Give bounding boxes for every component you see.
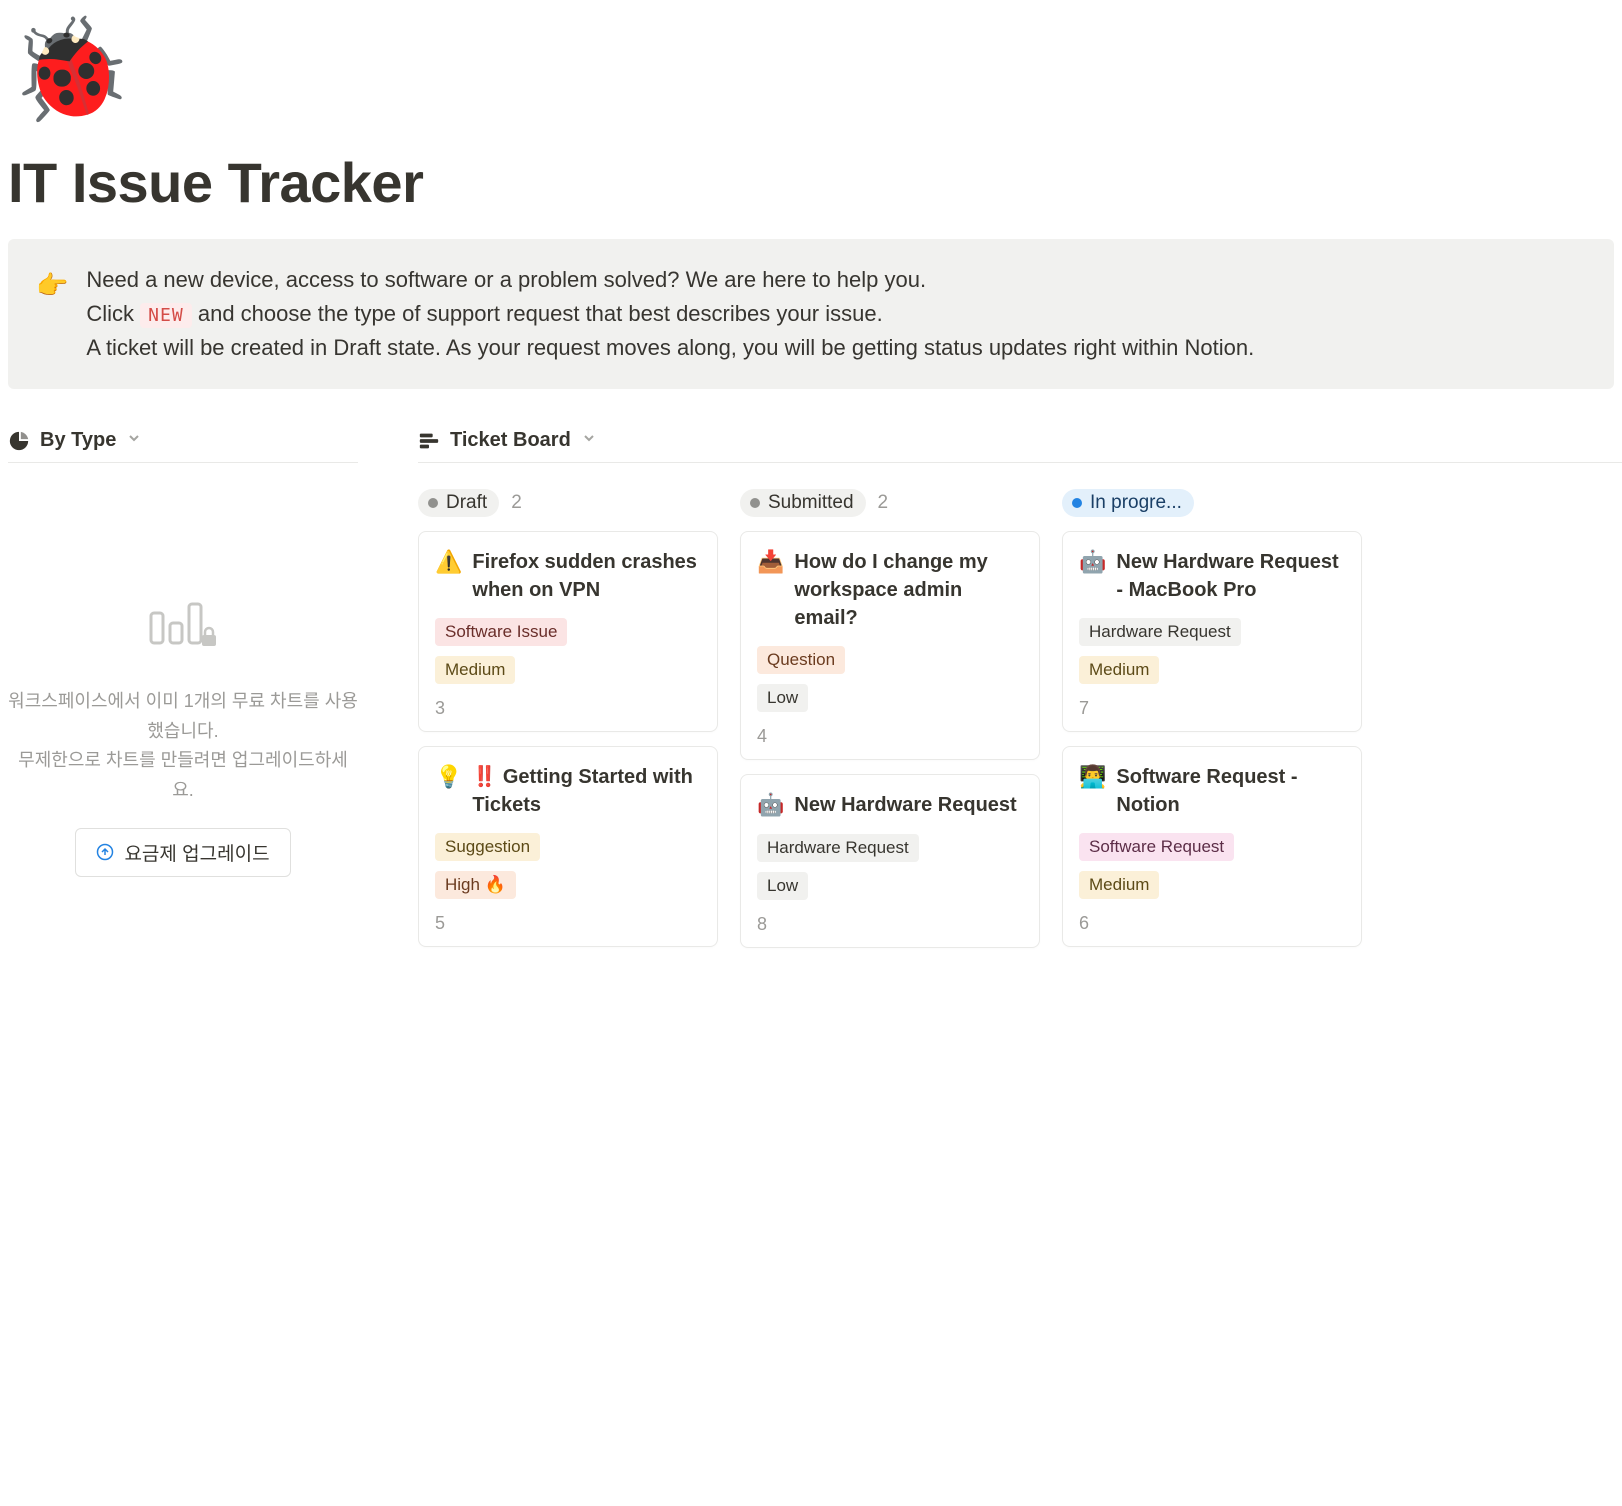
column-header[interactable]: Draft 2 xyxy=(418,489,718,517)
card-number: 7 xyxy=(1079,698,1345,719)
card-number: 6 xyxy=(1079,913,1345,934)
chevron-down-icon xyxy=(126,430,142,451)
tag: Medium xyxy=(1079,656,1159,684)
tag: Medium xyxy=(1079,871,1159,899)
ticket-card[interactable]: 👨‍💻 Software Request - Notion Software Req… xyxy=(1062,746,1362,947)
upgrade-label: 요금제 업그레이드 xyxy=(124,839,269,866)
status-dot-icon xyxy=(750,498,760,508)
card-emoji-icon: 💡 xyxy=(435,763,462,792)
card-title: New Hardware Request xyxy=(794,791,1016,819)
kanban-board: Draft 2 ⚠️ Firefox sudden crashes when on V… xyxy=(418,489,1622,962)
board-column: Submitted 2 📥 How do I change my workspace … xyxy=(740,489,1040,962)
card-title: New Hardware Request - MacBook Pro xyxy=(1116,548,1345,604)
status-pill[interactable]: In progre... xyxy=(1062,489,1194,517)
card-title: How do I change my workspace admin email… xyxy=(794,548,1023,632)
chevron-down-icon xyxy=(581,430,597,451)
column-header[interactable]: In progre... xyxy=(1062,489,1362,517)
column-count: 2 xyxy=(878,492,889,514)
card-number: 3 xyxy=(435,698,701,719)
empty-chart-text-2: 무제한으로 차트를 만들려면 업그레이드하세요. xyxy=(8,746,358,805)
card-emoji-icon: 🤖 xyxy=(1079,548,1106,577)
status-pill[interactable]: Submitted xyxy=(740,489,866,517)
tag: Software Request xyxy=(1079,833,1234,861)
locked-chart-icon xyxy=(148,599,218,657)
callout-line-1: Need a new device, access to software or… xyxy=(86,263,1586,297)
view-label: By Type xyxy=(40,429,116,452)
status-dot-icon xyxy=(428,498,438,508)
callout-text: Click xyxy=(86,301,140,326)
tag: Hardware Request xyxy=(1079,618,1241,646)
tag: Hardware Request xyxy=(757,834,919,862)
tag: Medium xyxy=(435,656,515,684)
empty-chart-text-1: 워크스페이스에서 이미 1개의 무료 차트를 사용했습니다. xyxy=(8,687,358,746)
status-label: In progre... xyxy=(1090,492,1182,514)
callout-line-2: Click NEW and choose the type of support… xyxy=(86,297,1586,331)
tag: Software Issue xyxy=(435,618,567,646)
tag: High 🔥 xyxy=(435,871,516,899)
status-label: Submitted xyxy=(768,492,854,514)
card-emoji-icon: ⚠️ xyxy=(435,548,462,577)
callout-text: and choose the type of support request t… xyxy=(198,301,883,326)
board-column: Draft 2 ⚠️ Firefox sudden crashes when on V… xyxy=(418,489,718,962)
card-emoji-icon: 🤖 xyxy=(757,791,784,820)
callout: 👉 Need a new device, access to software … xyxy=(8,239,1614,389)
card-number: 8 xyxy=(757,914,1023,935)
status-pill[interactable]: Draft xyxy=(418,489,499,517)
ticket-card[interactable]: 💡 ‼️ Getting Started with Tickets Suggesti… xyxy=(418,746,718,947)
callout-content: Need a new device, access to software or… xyxy=(86,263,1586,365)
ticket-card[interactable]: ⚠️ Firefox sudden crashes when on VPN Soft… xyxy=(418,531,718,732)
pointing-hand-icon: 👉 xyxy=(36,265,68,365)
upgrade-arrow-icon xyxy=(96,843,114,861)
ticket-card[interactable]: 📥 How do I change my workspace admin emai… xyxy=(740,531,1040,760)
column-header[interactable]: Submitted 2 xyxy=(740,489,1040,517)
card-number: 4 xyxy=(757,726,1023,747)
card-title: Software Request - Notion xyxy=(1116,763,1345,819)
chart-empty-state: 워크스페이스에서 이미 1개의 무료 차트를 사용했습니다. 무제한으로 차트를… xyxy=(8,489,358,876)
page-icon[interactable]: 🐞 xyxy=(8,20,1622,120)
board-column: In progre... 🤖 New Hardware Request - MacB… xyxy=(1062,489,1362,962)
tag: Question xyxy=(757,646,845,674)
status-label: Draft xyxy=(446,492,487,514)
tag: Low xyxy=(757,872,808,900)
callout-line-3: A ticket will be created in Draft state.… xyxy=(86,331,1586,365)
card-emoji-icon: 👨‍💻 xyxy=(1079,763,1106,792)
ticket-card[interactable]: 🤖 New Hardware Request - MacBook Pro Hardw… xyxy=(1062,531,1362,732)
ticket-card[interactable]: 🤖 New Hardware Request Hardware Request Low… xyxy=(740,774,1040,948)
by-type-view-tab[interactable]: By Type xyxy=(8,429,358,463)
card-number: 5 xyxy=(435,913,701,934)
upgrade-plan-button[interactable]: 요금제 업그레이드 xyxy=(75,828,290,877)
tag: Low xyxy=(757,684,808,712)
column-count: 2 xyxy=(511,492,522,514)
tag: Suggestion xyxy=(435,833,540,861)
card-emoji-icon: 📥 xyxy=(757,548,784,577)
pie-chart-icon xyxy=(8,430,30,452)
page-title: IT Issue Tracker xyxy=(8,150,1622,215)
ticket-board-view-tab[interactable]: Ticket Board xyxy=(418,429,1622,463)
status-dot-icon xyxy=(1072,498,1082,508)
card-title: ‼️ Getting Started with Tickets xyxy=(472,763,701,819)
card-title: Firefox sudden crashes when on VPN xyxy=(472,548,701,604)
view-label: Ticket Board xyxy=(450,429,571,452)
board-icon xyxy=(418,430,440,452)
new-code-badge: NEW xyxy=(140,303,192,328)
